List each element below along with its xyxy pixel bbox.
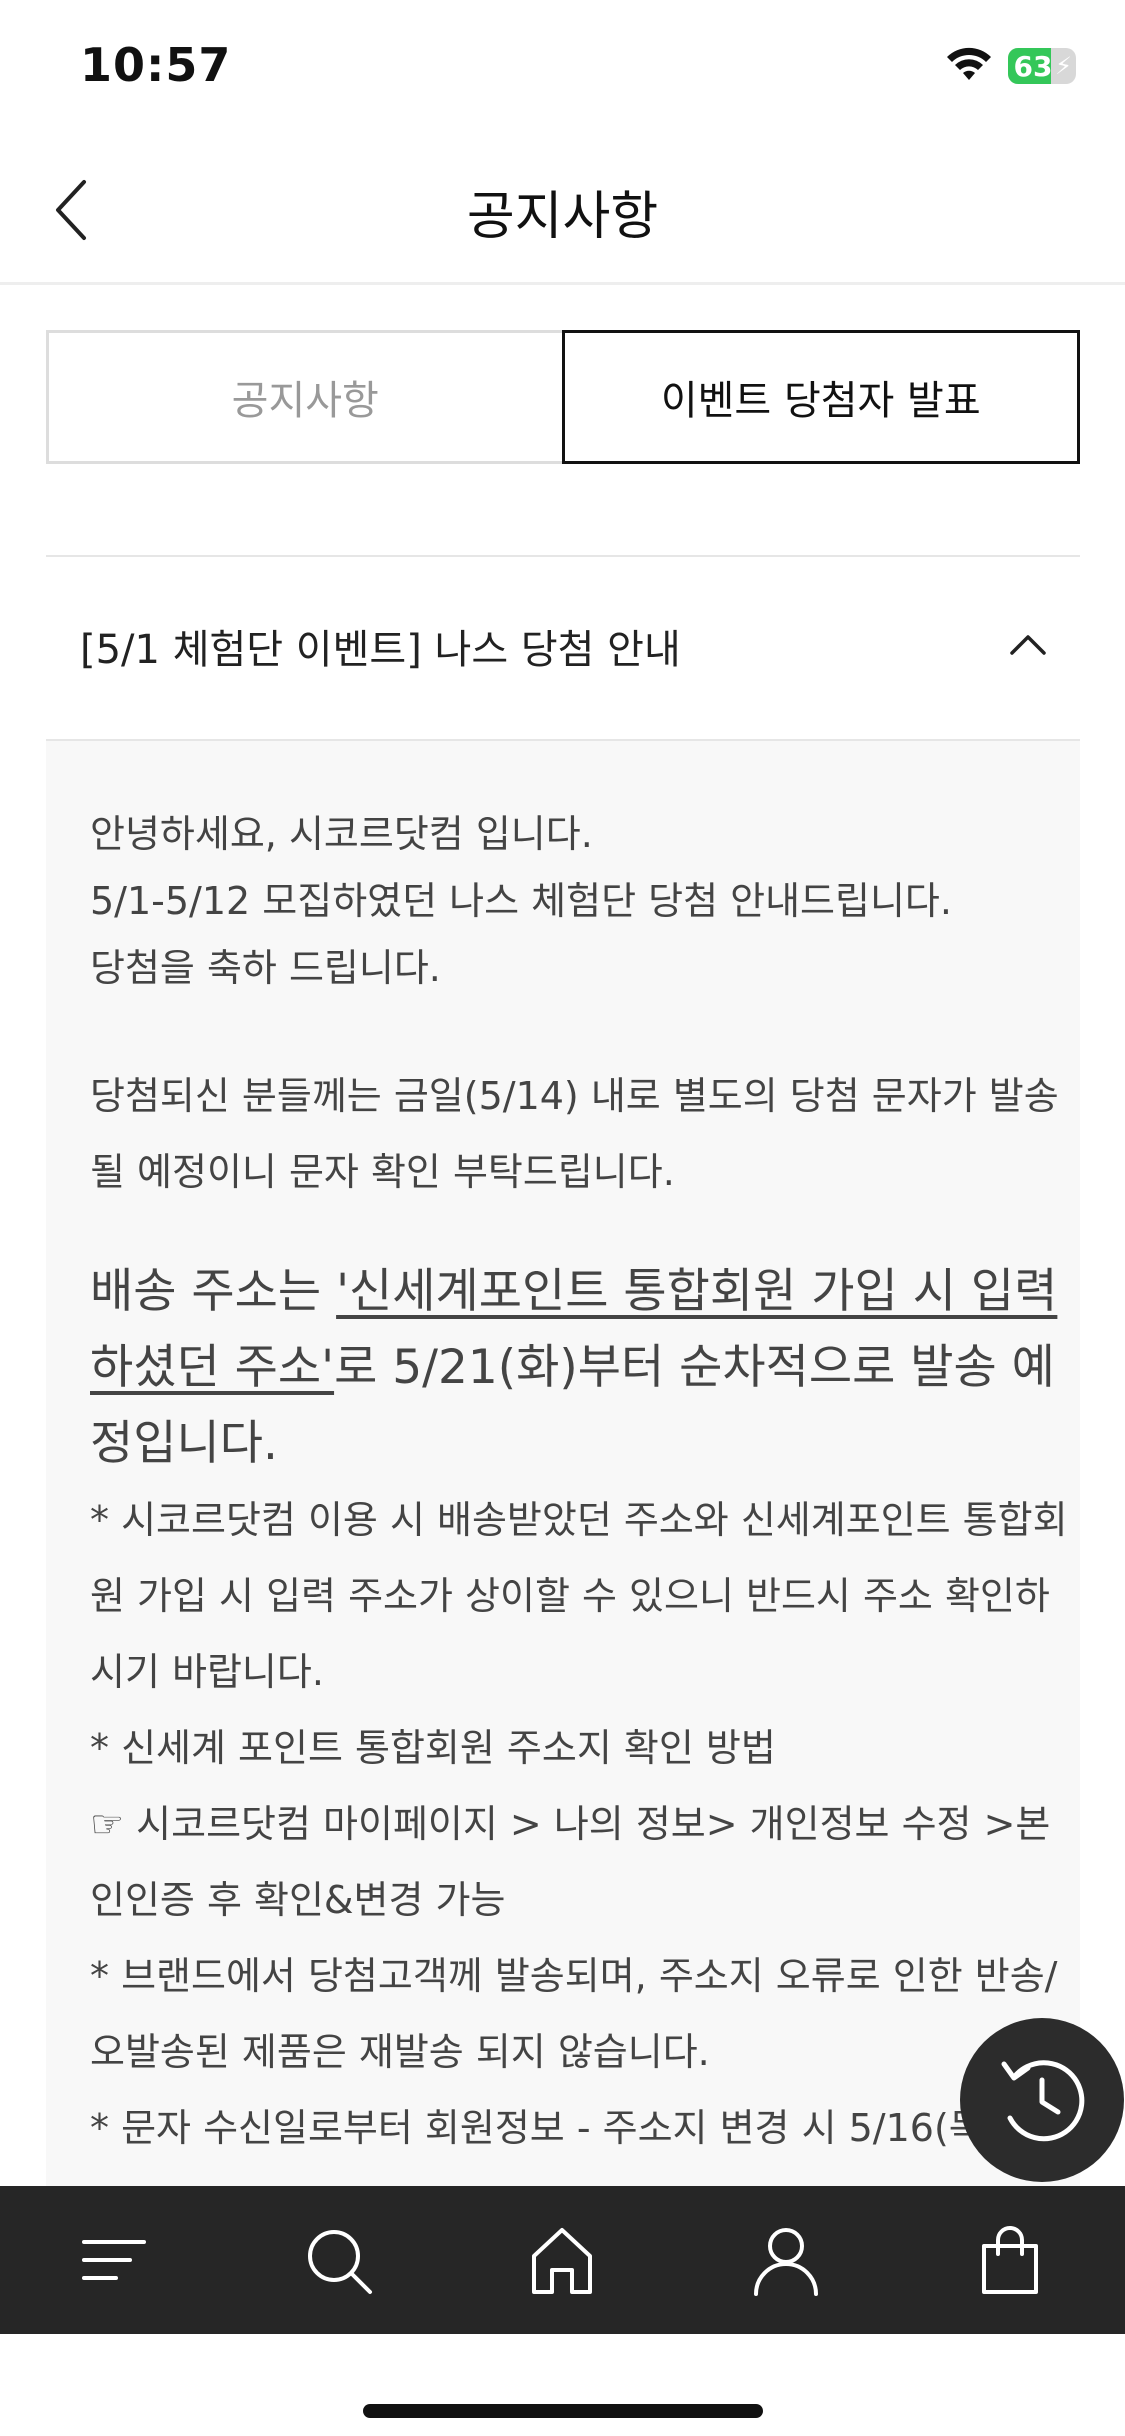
announcement-line: 5/1-5/12 모집하였던 나스 체험단 당첨 안내드립니다.: [90, 879, 952, 923]
home-indicator[interactable]: [363, 2404, 763, 2418]
tab-notice[interactable]: 공지사항: [46, 330, 562, 464]
notice-title: [5/1 체험단 이벤트] 나스 당첨 안내: [80, 627, 681, 673]
shipping-prefix: 배송 주소는: [90, 1264, 337, 1319]
recent-history-button[interactable]: [960, 2018, 1124, 2182]
shipping-address-paragraph: 배송 주소는 '신세계포인트 통합회원 가입 시 입력하셨던 주소'로 5/21…: [90, 1254, 1080, 1482]
sms-notice-paragraph: 당첨되신 분들께는 금일(5/14) 내로 별도의 당첨 문자가 발송될 예정이…: [90, 1074, 1059, 1194]
tab-event-winners[interactable]: 이벤트 당첨자 발표: [561, 330, 1080, 464]
menu-icon[interactable]: [74, 2220, 154, 2300]
congrats-line: 당첨을 축하 드립니다.: [90, 946, 441, 990]
note-item: * 문자 수신일로부터 회원정보 - 주소지 변경 시 5/16(목)까: [90, 2106, 1034, 2150]
note-item: ☞ 시코르닷컴 마이페이지 > 나의 정보> 개인정보 수정 >본인인증 후 확…: [90, 1802, 1051, 1922]
status-bar: 10:57 63 ⚡: [0, 0, 1125, 140]
greeting-line: 안녕하세요, 시코르닷컴 입니다.: [90, 812, 593, 856]
wifi-icon: [947, 47, 991, 80]
note-item: * 신세계 포인트 통합회원 주소지 확인 방법: [90, 1726, 776, 1770]
home-indicator-area: [0, 2334, 1125, 2436]
history-icon: [1001, 2060, 1085, 2142]
notes-list: * 시코르닷컴 이용 시 배송받았던 주소와 신세계포인트 통합회원 가입 시 …: [90, 1482, 1080, 2166]
bottom-navigation: [0, 2186, 1125, 2334]
user-icon[interactable]: [746, 2220, 826, 2300]
chevron-up-icon[interactable]: [998, 615, 1058, 675]
page-title: 공지사항: [466, 187, 659, 247]
notice-content: 안녕하세요, 시코르닷컴 입니다. 5/1-5/12 모집하였던 나스 체험단 …: [46, 741, 1080, 2186]
notice-accordion-header[interactable]: [5/1 체험단 이벤트] 나스 당첨 안내: [46, 555, 1080, 741]
note-item: * 시코르닷컴 이용 시 배송받았던 주소와 신세계포인트 통합회원 가입 시 …: [90, 1498, 1068, 1694]
battery-percent: 63: [1013, 50, 1053, 83]
charging-bolt-icon: ⚡: [1055, 52, 1072, 80]
home-icon[interactable]: [522, 2220, 602, 2300]
battery-icon: 63 ⚡: [1008, 48, 1076, 84]
note-item: * 브랜드에서 당첨고객께 발송되며, 주소지 오류로 인한 반송/오발송된 제…: [90, 1954, 1058, 2074]
shopping-bag-icon[interactable]: [970, 2220, 1050, 2300]
status-time: 10:57: [80, 38, 232, 92]
navigation-header: 공지사항: [0, 140, 1125, 285]
search-icon[interactable]: [298, 2220, 378, 2300]
tab-bar: 공지사항 이벤트 당첨자 발표: [46, 330, 1080, 464]
greeting-paragraph: 안녕하세요, 시코르닷컴 입니다. 5/1-5/12 모집하였던 나스 체험단 …: [90, 801, 1080, 1002]
